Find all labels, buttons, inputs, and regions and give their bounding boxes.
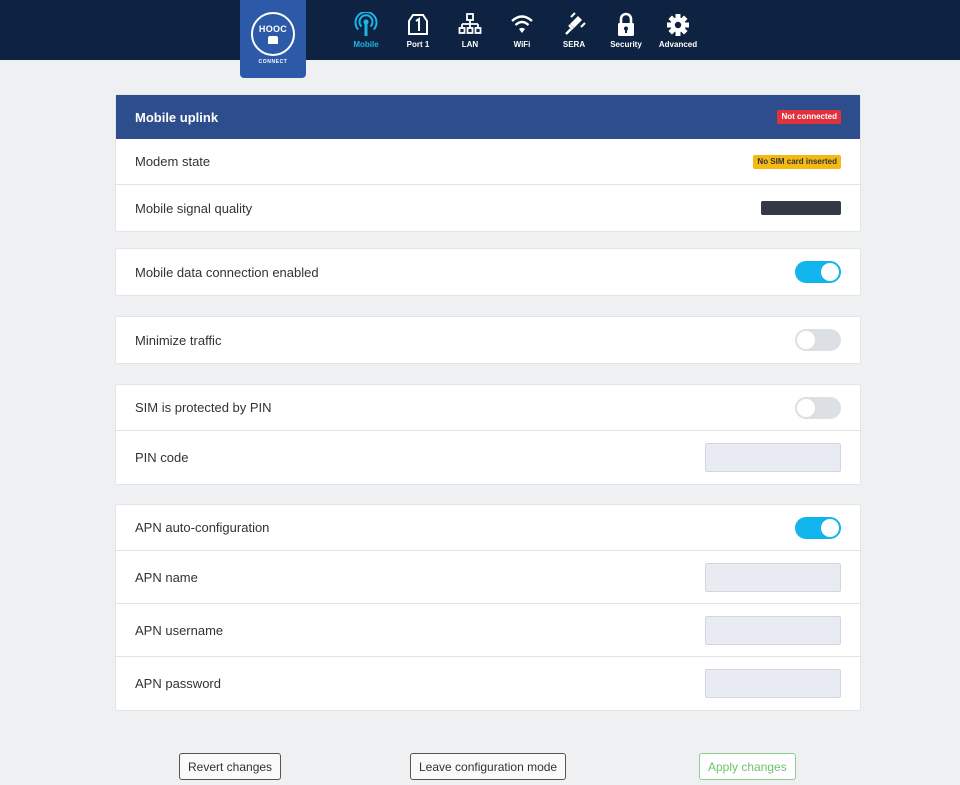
sim-pin-card: SIM is protected by PIN PIN code (115, 384, 861, 485)
apn-auto-config-toggle[interactable] (795, 516, 841, 539)
apn-name-label: APN name (135, 569, 198, 585)
pin-code-row: PIN code (116, 431, 860, 484)
connection-status-badge: Not connected (777, 110, 841, 124)
apn-username-row: APN username (116, 604, 860, 657)
wifi-icon (510, 12, 534, 38)
brand-logo[interactable]: HOOC CONNECT (240, 0, 306, 78)
nav-item-lan[interactable]: LAN (444, 0, 496, 60)
leave-configuration-button[interactable]: Leave configuration mode (410, 753, 567, 780)
house-icon (268, 36, 278, 44)
revert-changes-button[interactable]: Revert changes (179, 753, 282, 780)
apn-password-row: APN password (116, 657, 860, 710)
nav-label-mobile: Mobile (353, 40, 379, 49)
nav-label-sera: SERA (562, 40, 586, 49)
nav-item-port-1[interactable]: Port 1 (392, 0, 444, 60)
mobile-uplink-title: Mobile uplink (135, 109, 219, 125)
apn-name-input[interactable] (705, 562, 841, 592)
signal-quality-row: Mobile signal quality (116, 185, 860, 231)
modem-state-label: Modem state (135, 154, 211, 169)
mobile-uplink-header: Mobile uplink Not connected (116, 95, 860, 139)
mobile-antenna-icon (354, 12, 378, 38)
port-icon (406, 12, 430, 38)
sim-pin-protected-row: SIM is protected by PIN (116, 385, 860, 431)
nav-label-port-1: Port 1 (406, 40, 430, 49)
mobile-data-card: Mobile data connection enabled (115, 248, 861, 296)
nav-label-security: Security (610, 40, 642, 49)
toggle-knob (821, 263, 839, 281)
apn-auto-config-row: APN auto-configuration (116, 505, 860, 551)
apn-auto-config-label: APN auto-configuration (135, 520, 270, 535)
nav-item-mobile[interactable]: Mobile (340, 0, 392, 60)
modem-state-row: Modem state No SIM card inserted (116, 139, 860, 185)
lan-icon (458, 12, 482, 38)
toggle-knob (797, 398, 815, 417)
top-nav-bar: HOOC CONNECT Mobile Port 1 LAN WiFi SERA… (0, 0, 960, 78)
minimize-traffic-toggle[interactable] (795, 329, 841, 351)
apn-password-input[interactable] (705, 669, 841, 698)
logo-circle: HOOC (251, 12, 295, 56)
toggle-knob (821, 518, 839, 537)
pin-code-label: PIN code (135, 450, 189, 465)
mobile-data-row: Mobile data connection enabled (116, 249, 860, 295)
mobile-uplink-card: Mobile uplink Not connected Modem state … (115, 94, 861, 232)
nav-item-security[interactable]: Security (600, 0, 652, 60)
logo-text: HOOC (258, 24, 288, 34)
signal-quality-bar (761, 201, 841, 215)
mobile-data-toggle[interactable] (795, 261, 841, 283)
modem-state-badge: No SIM card inserted (753, 154, 841, 169)
sim-pin-protected-label: SIM is protected by PIN (135, 400, 272, 415)
minimize-traffic-label: Minimize traffic (135, 332, 222, 348)
pin-code-input[interactable] (705, 443, 841, 472)
minimize-traffic-row: Minimize traffic (116, 317, 860, 363)
sim-pin-toggle[interactable] (795, 396, 841, 419)
nav-label-advanced: Advanced (658, 40, 698, 49)
lock-icon (614, 12, 638, 38)
nav-item-wifi[interactable]: WiFi (496, 0, 548, 60)
toggle-knob (797, 331, 815, 349)
logo-subtext: CONNECT (258, 59, 288, 65)
gear-icon (666, 12, 690, 38)
nav-label-lan: LAN (461, 40, 479, 49)
apply-changes-button[interactable]: Apply changes (699, 753, 796, 780)
signal-quality-label: Mobile signal quality (135, 200, 253, 216)
apn-name-row: APN name (116, 551, 860, 604)
mobile-data-label: Mobile data connection enabled (135, 264, 319, 280)
apn-card: APN auto-configuration APN name APN user… (115, 504, 861, 711)
plug-icon (562, 12, 586, 38)
nav-label-wifi: WiFi (513, 40, 531, 49)
minimize-traffic-card: Minimize traffic (115, 316, 861, 364)
nav-item-advanced[interactable]: Advanced (652, 0, 704, 60)
apn-username-input[interactable] (705, 615, 841, 645)
apn-username-label: APN username (135, 622, 224, 638)
main-nav: Mobile Port 1 LAN WiFi SERA Security Adv… (340, 0, 704, 60)
apn-password-label: APN password (135, 676, 221, 691)
nav-item-sera[interactable]: SERA (548, 0, 600, 60)
